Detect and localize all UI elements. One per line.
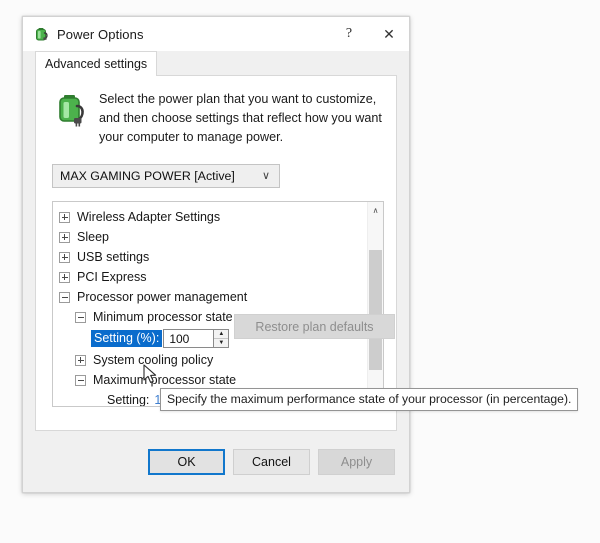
setting-label: Setting:	[107, 393, 150, 406]
tree-vertical-scrollbar[interactable]: ∧ ∨	[367, 202, 383, 406]
tree-item-label: Sleep	[77, 230, 109, 244]
collapse-icon[interactable]	[59, 291, 70, 303]
minimum-processor-state-input[interactable]: 100	[163, 329, 214, 348]
cancel-button[interactable]: Cancel	[233, 449, 310, 475]
apply-label: Apply	[340, 455, 373, 469]
tree-item-pci-express[interactable]: PCI Express	[56, 267, 367, 287]
help-icon: ?	[345, 26, 353, 41]
stepper-up-icon[interactable]: ▲	[214, 330, 229, 339]
panel-header: Select the power plan that you want to c…	[36, 76, 396, 147]
ok-label: OK	[177, 455, 196, 469]
help-button[interactable]: ?	[329, 17, 369, 51]
close-icon: ✕	[383, 26, 395, 42]
dialog-footer: OK Cancel Apply	[23, 431, 409, 493]
tooltip-text: Specify the maximum performance state of…	[167, 392, 572, 406]
power-plug-battery-icon-large	[59, 95, 84, 127]
setting-percent-label: Setting (%):	[91, 330, 163, 347]
stepper-buttons[interactable]: ▲ ▼	[213, 329, 230, 348]
tree-item-maximum-processor-state[interactable]: Maximum processor state	[56, 370, 367, 390]
ok-button[interactable]: OK	[148, 449, 225, 475]
title-bar-buttons: ? ✕	[329, 17, 409, 51]
scroll-up-icon[interactable]: ∧	[368, 202, 383, 218]
expand-icon[interactable]	[59, 271, 70, 283]
expand-icon[interactable]	[75, 354, 86, 366]
advanced-settings-panel: Select the power plan that you want to c…	[35, 75, 397, 431]
title-bar: Power Options ? ✕	[23, 17, 409, 51]
tab-advanced-settings[interactable]: Advanced settings	[35, 51, 158, 76]
tree-item-label: USB settings	[77, 250, 150, 264]
restore-plan-defaults-label: Restore plan defaults	[255, 319, 374, 334]
scrollbar-thumb[interactable]	[369, 250, 382, 370]
tab-label: Advanced settings	[45, 57, 148, 71]
power-plug-battery-icon	[36, 28, 48, 41]
settings-tree[interactable]: Wireless Adapter Settings Sleep USB sett…	[52, 201, 384, 407]
apply-button[interactable]: Apply	[318, 449, 395, 475]
expand-icon[interactable]	[59, 251, 70, 263]
minimum-processor-state-stepper[interactable]: 100 ▲ ▼	[163, 329, 230, 348]
tree-item-label: Maximum processor state	[93, 373, 237, 387]
tree-item-label: PCI Express	[77, 270, 147, 284]
settings-tree-list: Wireless Adapter Settings Sleep USB sett…	[53, 202, 367, 406]
power-options-window: Power Options ? ✕ Advanced settings Sele…	[22, 16, 410, 493]
tab-strip: Advanced settings	[23, 51, 409, 76]
stepper-down-icon[interactable]: ▼	[214, 339, 228, 347]
expand-icon[interactable]	[59, 231, 70, 243]
window-title: Power Options	[57, 26, 144, 42]
tree-item-usb-settings[interactable]: USB settings	[56, 247, 367, 267]
tree-item-label: System cooling policy	[93, 353, 214, 367]
panel-description: Select the power plan that you want to c…	[99, 92, 382, 144]
chevron-down-icon: ∨	[261, 170, 270, 182]
tree-item-label: Processor power management	[77, 290, 248, 304]
tree-item-wireless-adapter-settings[interactable]: Wireless Adapter Settings	[56, 207, 367, 227]
power-plan-value: MAX GAMING POWER [Active]	[60, 169, 235, 183]
tree-item-label: Wireless Adapter Settings	[77, 210, 221, 224]
tree-item-sleep[interactable]: Sleep	[56, 227, 367, 247]
collapse-icon[interactable]	[75, 374, 86, 386]
close-button[interactable]: ✕	[369, 17, 409, 51]
tree-item-label: Minimum processor state	[93, 310, 233, 324]
tree-item-system-cooling-policy[interactable]: System cooling policy	[56, 350, 367, 370]
tree-item-processor-power-management[interactable]: Processor power management	[56, 287, 367, 307]
tooltip: Specify the maximum performance state of…	[160, 388, 579, 411]
expand-icon[interactable]	[59, 211, 70, 223]
collapse-icon[interactable]	[75, 311, 86, 323]
cancel-label: Cancel	[252, 455, 291, 469]
power-plan-dropdown[interactable]: MAX GAMING POWER [Active] ∨	[52, 164, 280, 188]
restore-plan-defaults-button[interactable]: Restore plan defaults	[234, 314, 395, 339]
